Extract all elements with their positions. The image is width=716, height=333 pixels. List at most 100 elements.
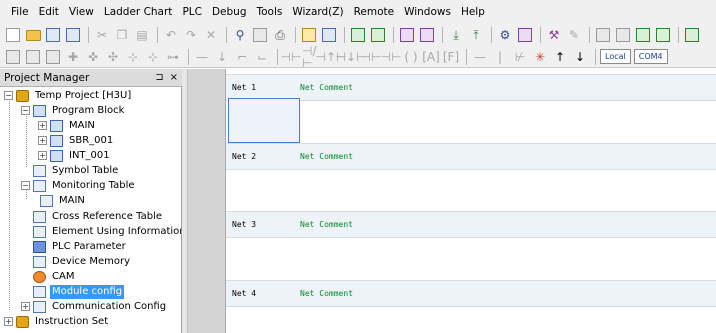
delete-col-icon[interactable]: ⊹ [144,48,162,66]
insert-row-icon[interactable]: ✚ [64,48,82,66]
ladder-tool-icon[interactable] [4,48,22,66]
menu-file[interactable]: File [6,0,34,24]
tree-item-sbr-001[interactable]: + SBR_001 [38,133,115,148]
net-comment[interactable]: Net Comment [300,220,353,229]
tree-item-element-info[interactable]: Element Using Information T [33,224,181,239]
save-icon[interactable] [44,26,62,44]
collapse-icon[interactable]: − [21,181,30,190]
expand-icon[interactable]: + [4,317,13,326]
tree-item-cam[interactable]: CAM [33,269,76,284]
save-all-icon[interactable] [64,26,82,44]
stop-icon[interactable] [418,26,436,44]
net-header-2[interactable]: Net 2 Net Comment [226,143,716,170]
print-preview-icon[interactable] [251,26,269,44]
new-file-icon[interactable] [4,26,22,44]
chart-window-icon[interactable] [683,26,701,44]
menu-edit[interactable]: Edit [34,0,64,24]
com-port-button[interactable]: COM4 [633,49,668,64]
monitor-icon[interactable] [349,26,367,44]
vertical-line-icon[interactable]: ↓ [213,48,231,66]
contact-or-nc-icon[interactable]: ⊣⊢ [381,48,402,66]
diagnose-icon[interactable]: ⚙ [496,26,514,44]
ladder-tool-icon[interactable] [44,48,62,66]
menu-debug[interactable]: Debug [207,0,252,24]
expand-icon[interactable]: + [38,136,47,145]
net-comment[interactable]: Net Comment [300,83,353,92]
coil-icon[interactable]: ( ) [402,48,420,66]
expand-icon[interactable]: + [38,121,47,130]
delete-line-icon[interactable]: ⊬ [511,48,529,66]
insert-down-icon[interactable]: ✜ [84,48,102,66]
tree-item-symbol-table[interactable]: Symbol Table [33,163,120,178]
print-icon[interactable]: ⎙ [271,26,289,44]
horizontal-line-icon[interactable]: — [193,48,211,66]
contact-no-icon[interactable]: ⊣⊢ [281,48,302,66]
window-a-icon[interactable] [594,26,612,44]
convert-icon[interactable] [320,26,338,44]
contact-or-icon[interactable]: ⊣⊢ [361,48,382,66]
arrow-up-icon[interactable]: ↑ [551,48,569,66]
tool-icon[interactable]: ⚒ [545,26,563,44]
paste-icon[interactable]: ▤ [133,26,151,44]
tree-item-project[interactable]: − Temp Project [H3U] [4,88,133,103]
compare-icon[interactable] [516,26,534,44]
tree-item-communication-config[interactable]: + Communication Config [21,299,168,314]
net-header-3[interactable]: Net 3 Net Comment [226,211,716,238]
ladder-tool-icon[interactable] [24,48,42,66]
delete-row-icon[interactable]: ✣ [104,48,122,66]
menu-wizard[interactable]: Wizard(Z) [287,0,348,24]
undo-icon[interactable]: ↶ [162,26,180,44]
insert-col-icon[interactable]: ⊹ [124,48,142,66]
function-icon[interactable]: [A] [422,48,440,66]
tree-item-module-config[interactable]: Module config [33,284,125,299]
menu-view[interactable]: View [64,0,99,24]
collapse-icon[interactable]: − [21,106,30,115]
arrow-down-icon[interactable]: ↓ [571,48,589,66]
erase-line-icon[interactable]: ✳ [531,48,549,66]
download-icon[interactable]: ⤓ [447,26,465,44]
monitor-edit-icon[interactable] [369,26,387,44]
run-icon[interactable] [398,26,416,44]
upload-icon[interactable]: ⤒ [467,26,485,44]
find-icon[interactable]: ⚲ [231,26,249,44]
cut-icon[interactable]: ✂ [93,26,111,44]
close-icon[interactable]: × [170,72,178,83]
window-d-icon[interactable] [654,26,672,44]
line-right-icon[interactable]: ⌙ [253,48,271,66]
collapse-icon[interactable]: − [4,91,13,100]
menu-remote[interactable]: Remote [349,0,400,24]
line-left-icon[interactable]: ⌐ [233,48,251,66]
local-connection-button[interactable]: Local [600,49,631,64]
contact-fall-icon[interactable]: ⊣↓⊢ [336,48,367,66]
tree-item-program-block[interactable]: − Program Block [21,103,126,118]
compile-icon[interactable] [300,26,318,44]
tree-item-device-memory[interactable]: Device Memory [33,254,132,269]
tree-item-cross-reference[interactable]: Cross Reference Table [33,209,164,224]
redo-icon[interactable]: ↷ [182,26,200,44]
expand-icon[interactable]: + [38,151,47,160]
function-block-icon[interactable]: [F] [442,48,460,66]
ladder-cell-cursor[interactable] [228,98,300,143]
menu-ladder-chart[interactable]: Ladder Chart [99,0,178,24]
net-comment[interactable]: Net Comment [300,289,353,298]
menu-tools[interactable]: Tools [251,0,287,24]
ladder-editor[interactable]: Net 1 Net Comment Net 2 Net Comment Net … [226,69,716,333]
draw-vline-icon[interactable]: | [491,48,509,66]
net-comment[interactable]: Net Comment [300,152,353,161]
draw-line-icon[interactable]: — [471,48,489,66]
ladder-branch-icon[interactable]: ⊶ [164,48,182,66]
window-c-icon[interactable] [634,26,652,44]
delete-icon[interactable]: ✕ [202,26,220,44]
copy-icon[interactable]: ❐ [113,26,131,44]
tree-item-monitoring-main[interactable]: MAIN [40,193,87,208]
menu-windows[interactable]: Windows [399,0,456,24]
net-header-4[interactable]: Net 4 Net Comment [226,280,716,307]
pin-icon[interactable]: ⊐ [155,72,163,83]
tree-item-instruction-set[interactable]: + Instruction Set [4,314,110,329]
tree-item-main[interactable]: + MAIN [38,118,97,133]
window-b-icon[interactable] [614,26,632,44]
menu-plc[interactable]: PLC [177,0,207,24]
pen-icon[interactable]: ✎ [565,26,583,44]
net-header-1[interactable]: Net 1 Net Comment [226,74,716,101]
open-folder-icon[interactable] [24,26,42,44]
